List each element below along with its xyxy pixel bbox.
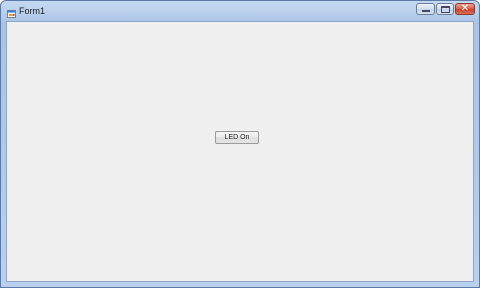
window-title: Form1 [19, 6, 46, 16]
maximize-button[interactable] [436, 3, 454, 15]
title-bar[interactable]: Form1 ✕ [1, 1, 479, 23]
form-client-area: LED On [6, 21, 474, 282]
winforms-app-icon [7, 6, 17, 18]
close-button[interactable]: ✕ [455, 3, 475, 15]
close-icon: ✕ [460, 3, 470, 14]
led-on-button[interactable]: LED On [215, 131, 259, 144]
minimize-button[interactable] [416, 3, 435, 15]
caption-buttons: ✕ [416, 3, 475, 17]
form1-window: Form1 ✕ LED On [0, 0, 480, 288]
minimize-icon [422, 10, 430, 12]
maximize-icon [441, 6, 450, 13]
window-resize-border[interactable] [1, 282, 479, 287]
